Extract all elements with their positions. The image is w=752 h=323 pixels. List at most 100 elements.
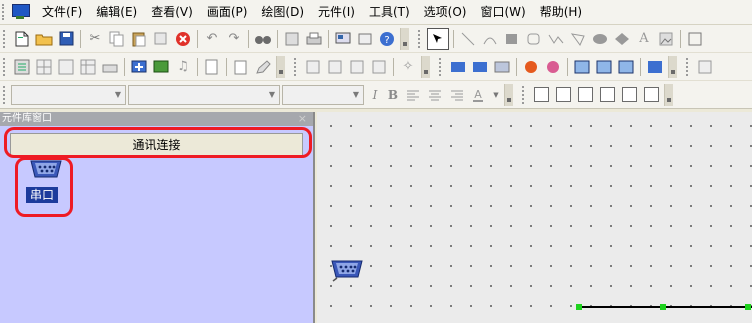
find-icon[interactable] [253, 29, 273, 49]
toolbar-options[interactable] [664, 83, 673, 106]
toolbar-options[interactable] [276, 55, 285, 78]
ellipse-icon[interactable] [590, 29, 610, 49]
menu-view[interactable]: 查看(V) [144, 0, 200, 24]
menu-draw[interactable]: 绘图(D) [254, 0, 311, 24]
canvas-serial-port-icon[interactable] [330, 258, 364, 284]
frame-c-icon[interactable] [347, 57, 367, 77]
resize-icon[interactable] [645, 57, 665, 77]
frame-d-icon[interactable] [369, 57, 389, 77]
rounded-rect-icon[interactable] [524, 29, 544, 49]
doc-icon[interactable] [202, 57, 222, 77]
monitor-c-icon[interactable] [616, 57, 636, 77]
printer-icon[interactable] [100, 57, 120, 77]
menu-edit[interactable]: 编辑(E) [89, 0, 144, 24]
bold-button[interactable]: B [384, 86, 402, 104]
text-box-b-icon[interactable] [553, 85, 573, 105]
polygon-icon[interactable] [568, 29, 588, 49]
align-center-icon[interactable] [425, 85, 445, 105]
menu-icon[interactable] [695, 57, 715, 77]
frame-b-icon[interactable] [325, 57, 345, 77]
media-first-icon[interactable] [448, 57, 468, 77]
undo-icon[interactable]: ↶ [202, 29, 222, 49]
polyline-icon[interactable] [546, 29, 566, 49]
align-icon[interactable] [12, 57, 32, 77]
picture-icon[interactable] [151, 57, 171, 77]
text-box-e-icon[interactable] [619, 85, 639, 105]
delete-icon[interactable] [173, 29, 193, 49]
font-name-combo[interactable]: ▼ [11, 84, 126, 105]
new-icon[interactable] [12, 29, 32, 49]
italic-button[interactable]: I [366, 86, 384, 104]
menubar-grip[interactable] [2, 4, 7, 20]
toolbar-grip[interactable] [686, 57, 691, 76]
screen-add-icon[interactable] [129, 57, 149, 77]
rectangle-icon[interactable] [502, 29, 522, 49]
toolbar-options[interactable] [668, 55, 677, 78]
frame-icon[interactable] [685, 29, 705, 49]
pen-icon[interactable] [253, 57, 273, 77]
table-icon[interactable] [78, 57, 98, 77]
image-icon[interactable] [656, 29, 676, 49]
compile-icon[interactable] [355, 29, 375, 49]
clone-icon[interactable] [151, 29, 171, 49]
chevron-down-icon[interactable]: ▼ [491, 85, 501, 105]
menu-help[interactable]: 帮助(H) [533, 0, 589, 24]
line-icon[interactable] [458, 29, 478, 49]
toolbar-grip[interactable] [3, 57, 8, 76]
help-icon[interactable]: ? [377, 29, 397, 49]
toolbar-options[interactable] [421, 55, 430, 78]
cut-icon[interactable]: ✂ [85, 29, 105, 49]
text-box-a-icon[interactable] [531, 85, 551, 105]
print-icon[interactable] [304, 29, 324, 49]
align-right-icon[interactable] [447, 85, 467, 105]
text-box-d-icon[interactable] [597, 85, 617, 105]
clipboard-icon[interactable] [231, 57, 251, 77]
toolbar-grip[interactable] [3, 85, 8, 104]
media-close-icon[interactable] [492, 57, 512, 77]
redo-icon[interactable]: ↷ [224, 29, 244, 49]
toolbar-grip[interactable] [522, 85, 527, 104]
screen-icon[interactable] [333, 29, 353, 49]
group-icon[interactable] [56, 57, 76, 77]
toolbar-grip[interactable] [294, 57, 299, 76]
font-style-combo[interactable]: ▼ [282, 84, 364, 105]
selection-handle[interactable] [576, 304, 582, 310]
select-pointer-icon[interactable] [427, 27, 449, 50]
menu-options[interactable]: 选项(O) [417, 0, 474, 24]
media-play-icon[interactable] [470, 57, 490, 77]
frame-a-icon[interactable] [303, 57, 323, 77]
monitor-b-icon[interactable] [594, 57, 614, 77]
toolbar-options[interactable] [400, 27, 409, 50]
toolbar-options[interactable] [504, 83, 513, 106]
menu-screen[interactable]: 画面(P) [200, 0, 255, 24]
diamond-icon[interactable] [612, 29, 632, 49]
open-icon[interactable] [34, 29, 54, 49]
text-box-f-icon[interactable] [641, 85, 661, 105]
paste-icon[interactable] [129, 29, 149, 49]
close-icon[interactable]: × [298, 112, 307, 126]
print-preview-icon[interactable] [282, 29, 302, 49]
font-color-icon[interactable]: A [469, 85, 489, 105]
arc-icon[interactable] [480, 29, 500, 49]
sound-icon[interactable]: ♫ [173, 57, 193, 77]
menu-tools[interactable]: 工具(T) [362, 0, 417, 24]
copy-icon[interactable] [107, 29, 127, 49]
text-icon[interactable]: A [634, 29, 654, 49]
menu-file[interactable]: 文件(F) [35, 0, 89, 24]
magic-icon[interactable]: ✧ [398, 57, 418, 77]
design-canvas[interactable] [317, 112, 752, 323]
selection-handle[interactable] [745, 304, 751, 310]
menu-window[interactable]: 窗口(W) [473, 0, 532, 24]
monitor-a-icon[interactable] [572, 57, 592, 77]
paint-icon[interactable] [521, 57, 541, 77]
toolbar-grip[interactable] [439, 57, 444, 76]
chart-icon[interactable] [543, 57, 563, 77]
align-left-icon[interactable] [403, 85, 423, 105]
font-size-combo[interactable]: ▼ [128, 84, 280, 105]
grid-icon[interactable] [34, 57, 54, 77]
selection-handle[interactable] [660, 304, 666, 310]
text-box-c-icon[interactable] [575, 85, 595, 105]
toolbar-grip[interactable] [3, 29, 8, 48]
toolbar-grip[interactable] [418, 29, 423, 48]
save-icon[interactable] [56, 29, 76, 49]
